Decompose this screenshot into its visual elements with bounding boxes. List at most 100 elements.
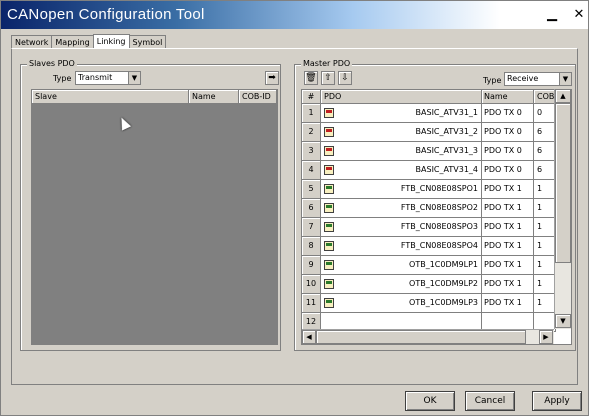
row-number: 4	[302, 161, 321, 180]
table-row[interactable]: 7 FTB_CN08E08SPO3 PDO TX 11	[302, 218, 556, 237]
row-number: 3	[302, 142, 321, 161]
cob-cell: 1	[534, 180, 556, 199]
row-number: 10	[302, 275, 321, 294]
row-number: 2	[302, 123, 321, 142]
horizontal-scrollbar[interactable]: ◀ ▶	[302, 329, 554, 344]
col-pdo[interactable]: PDO	[321, 90, 482, 104]
move-up-button[interactable]: ⇧	[321, 71, 335, 85]
name-cell: PDO TX 0	[482, 104, 534, 123]
name-cell: PDO TX 1	[482, 180, 534, 199]
cob-cell: 1	[534, 256, 556, 275]
h-scroll-thumb[interactable]	[316, 330, 526, 344]
pdo-cell[interactable]: FTB_CN08E08SPO4	[321, 237, 482, 256]
col-number[interactable]: #	[302, 90, 321, 104]
title-bar: CANopen Configuration Tool ▁ ✕	[1, 1, 588, 29]
name-cell: PDO TX 0	[482, 142, 534, 161]
pdo-label: FTB_CN08E08SPO4	[400, 241, 478, 250]
scroll-down-icon[interactable]: ▼	[555, 314, 571, 328]
window-title: CANopen Configuration Tool	[7, 6, 205, 23]
cob-cell: 1	[534, 275, 556, 294]
cob-cell: 1	[534, 199, 556, 218]
col-cob-id[interactable]: COB-ID	[239, 90, 277, 104]
cancel-button[interactable]: Cancel	[465, 391, 515, 411]
chevron-down-icon: ▼	[128, 72, 140, 84]
pdo-cell[interactable]: FTB_CN08E08SPO2	[321, 199, 482, 218]
tab-linking[interactable]: Linking	[92, 34, 130, 49]
pdo-object-icon	[324, 279, 334, 289]
pdo-object-icon	[324, 184, 334, 194]
vertical-scrollbar[interactable]: ▲ ▼	[554, 89, 571, 329]
pdo-label: OTB_1C0DM9LP1	[409, 260, 478, 269]
slave-pdo-list[interactable]: Slave Name COB-ID	[31, 89, 278, 345]
col-name[interactable]: Name	[189, 90, 239, 104]
app-window: CANopen Configuration Tool ▁ ✕ Network M…	[0, 0, 589, 416]
arrow-down-icon: ⇩	[341, 73, 349, 83]
name-cell: PDO TX 1	[482, 275, 534, 294]
cob-cell: 1	[534, 237, 556, 256]
table-row[interactable]: 9 OTB_1C0DM9LP1 PDO TX 11	[302, 256, 556, 275]
pdo-object-icon	[324, 241, 334, 251]
tab-symbol[interactable]: Symbol	[128, 35, 167, 49]
pdo-object-icon	[324, 108, 334, 118]
slave-type-label: Type	[53, 74, 72, 83]
pdo-cell[interactable]: BASIC_ATV31_2	[321, 123, 482, 142]
table-row[interactable]: 3 BASIC_ATV31_3 PDO TX 06	[302, 142, 556, 161]
master-pdo-grid[interactable]: # PDO Name COB 1 BASIC_ATV31_1 PDO TX 002B…	[301, 89, 572, 345]
row-number: 6	[302, 199, 321, 218]
scroll-right-icon[interactable]: ▶	[539, 330, 553, 344]
tab-network[interactable]: Network	[11, 35, 53, 49]
pdo-object-icon	[324, 146, 334, 156]
table-row[interactable]: 4 BASIC_ATV31_4 PDO TX 06	[302, 161, 556, 180]
close-icon[interactable]: ✕	[570, 7, 588, 23]
pdo-label: FTB_CN08E08SPO3	[400, 222, 478, 231]
pdo-cell[interactable]: FTB_CN08E08SPO3	[321, 218, 482, 237]
tab-strip: Network Mapping Linking Symbol	[11, 34, 167, 49]
pdo-cell[interactable]: OTB_1C0DM9LP2	[321, 275, 482, 294]
scroll-up-icon[interactable]: ▲	[555, 89, 571, 103]
cob-cell: 6	[534, 142, 556, 161]
minimize-icon[interactable]: ▁	[543, 7, 561, 23]
pdo-label: BASIC_ATV31_3	[415, 146, 478, 155]
name-cell: PDO TX 1	[482, 294, 534, 313]
col-name[interactable]: Name	[482, 90, 534, 104]
col-slave[interactable]: Slave	[32, 90, 189, 104]
scroll-left-icon[interactable]: ◀	[302, 330, 316, 344]
apply-button[interactable]: Apply	[532, 391, 582, 411]
table-row[interactable]: 1 BASIC_ATV31_1 PDO TX 00	[302, 104, 556, 123]
master-type-select[interactable]: Receive ▼	[504, 72, 572, 86]
cob-cell: 1	[534, 218, 556, 237]
tab-mapping[interactable]: Mapping	[51, 35, 94, 49]
row-number: 1	[302, 104, 321, 123]
move-down-button[interactable]: ⇩	[338, 71, 352, 85]
pdo-cell[interactable]: OTB_1C0DM9LP1	[321, 256, 482, 275]
row-number: 9	[302, 256, 321, 275]
cob-cell: 6	[534, 123, 556, 142]
pdo-cell[interactable]: OTB_1C0DM9LP3	[321, 294, 482, 313]
table-row[interactable]: 8 FTB_CN08E08SPO4 PDO TX 11	[302, 237, 556, 256]
table-row[interactable]: 11 OTB_1C0DM9LP3 PDO TX 11	[302, 294, 556, 313]
row-number: 5	[302, 180, 321, 199]
cob-cell: 1	[534, 294, 556, 313]
row-number: 7	[302, 218, 321, 237]
row-number: 11	[302, 294, 321, 313]
link-arrow-button[interactable]: ➡	[265, 71, 279, 85]
col-cob[interactable]: COB	[534, 90, 556, 104]
scroll-thumb[interactable]	[555, 103, 571, 263]
pdo-cell[interactable]: BASIC_ATV31_4	[321, 161, 482, 180]
pdo-label: OTB_1C0DM9LP2	[409, 279, 478, 288]
table-row[interactable]: 5 FTB_CN08E08SPO1 PDO TX 11	[302, 180, 556, 199]
name-cell: PDO TX 1	[482, 218, 534, 237]
master-pdo-legend: Master PDO	[301, 59, 353, 68]
pdo-label: FTB_CN08E08SPO1	[400, 184, 478, 193]
table-row[interactable]: 2 BASIC_ATV31_2 PDO TX 06	[302, 123, 556, 142]
pdo-cell[interactable]: BASIC_ATV31_3	[321, 142, 482, 161]
table-row[interactable]: 6 FTB_CN08E08SPO2 PDO TX 11	[302, 199, 556, 218]
table-row[interactable]: 10 OTB_1C0DM9LP2 PDO TX 11	[302, 275, 556, 294]
pdo-cell[interactable]: BASIC_ATV31_1	[321, 104, 482, 123]
pdo-cell[interactable]: FTB_CN08E08SPO1	[321, 180, 482, 199]
slaves-pdo-legend: Slaves PDO	[27, 59, 77, 68]
ok-button[interactable]: OK	[405, 391, 455, 411]
pdo-object-icon	[324, 165, 334, 175]
slave-type-select[interactable]: Transmit ▼	[75, 71, 141, 85]
delete-button[interactable]: 🗑	[304, 71, 318, 85]
